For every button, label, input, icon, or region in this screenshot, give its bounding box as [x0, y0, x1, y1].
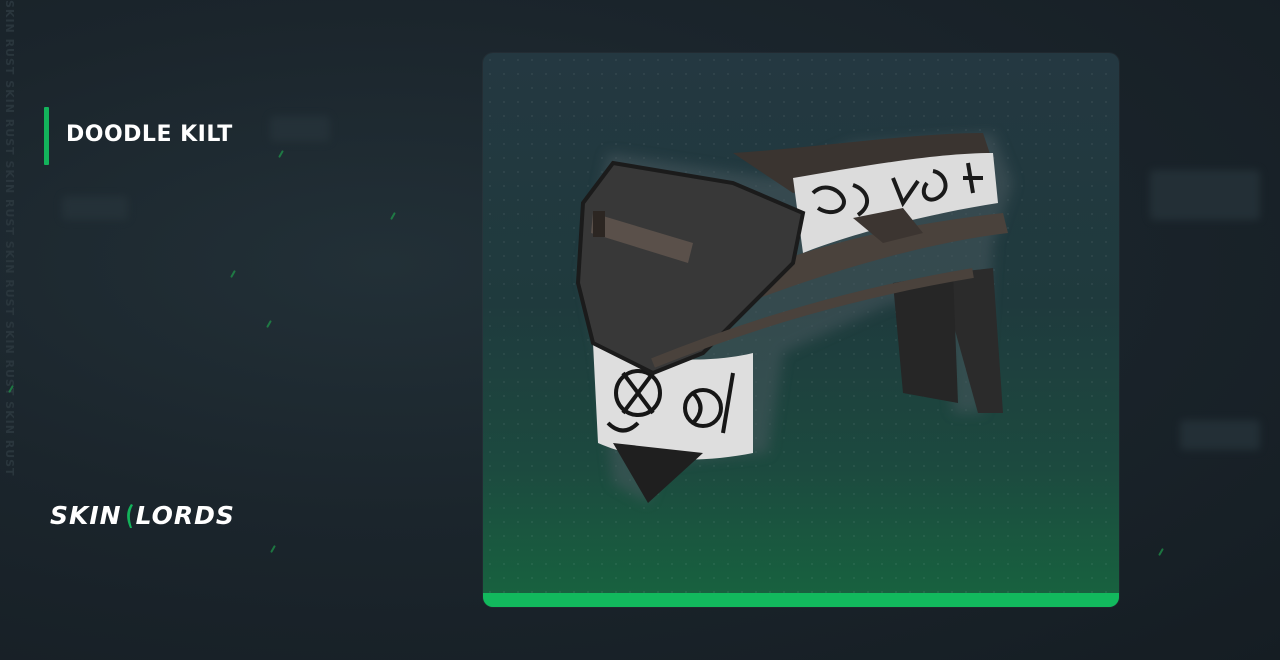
- title-accent-bar: [44, 107, 49, 165]
- skinlords-logo: SKIN LORDS: [50, 501, 235, 530]
- logo-text-left: SKIN: [50, 501, 122, 530]
- card-accent-bar: [483, 593, 1119, 607]
- item-title: DOODLE KILT: [66, 122, 233, 147]
- blurred-background-element: [270, 116, 330, 142]
- blurred-background-element: [62, 196, 128, 220]
- particle: [270, 545, 276, 553]
- particle: [266, 320, 272, 328]
- logo-text-right: LORDS: [135, 501, 235, 530]
- blurred-background-element: [1180, 420, 1260, 450]
- item-showcase-card: [483, 53, 1119, 607]
- particle: [1158, 548, 1164, 556]
- side-watermark: SKIN RUST SKIN RUST SKIN RUST SKIN RUST …: [3, 0, 16, 477]
- particle: [230, 270, 236, 278]
- particle: [390, 212, 396, 220]
- blurred-background-element: [1150, 170, 1260, 220]
- logo-mark-icon: [126, 503, 133, 528]
- doodle-kilt-image: [575, 133, 1013, 503]
- particle: [278, 150, 284, 158]
